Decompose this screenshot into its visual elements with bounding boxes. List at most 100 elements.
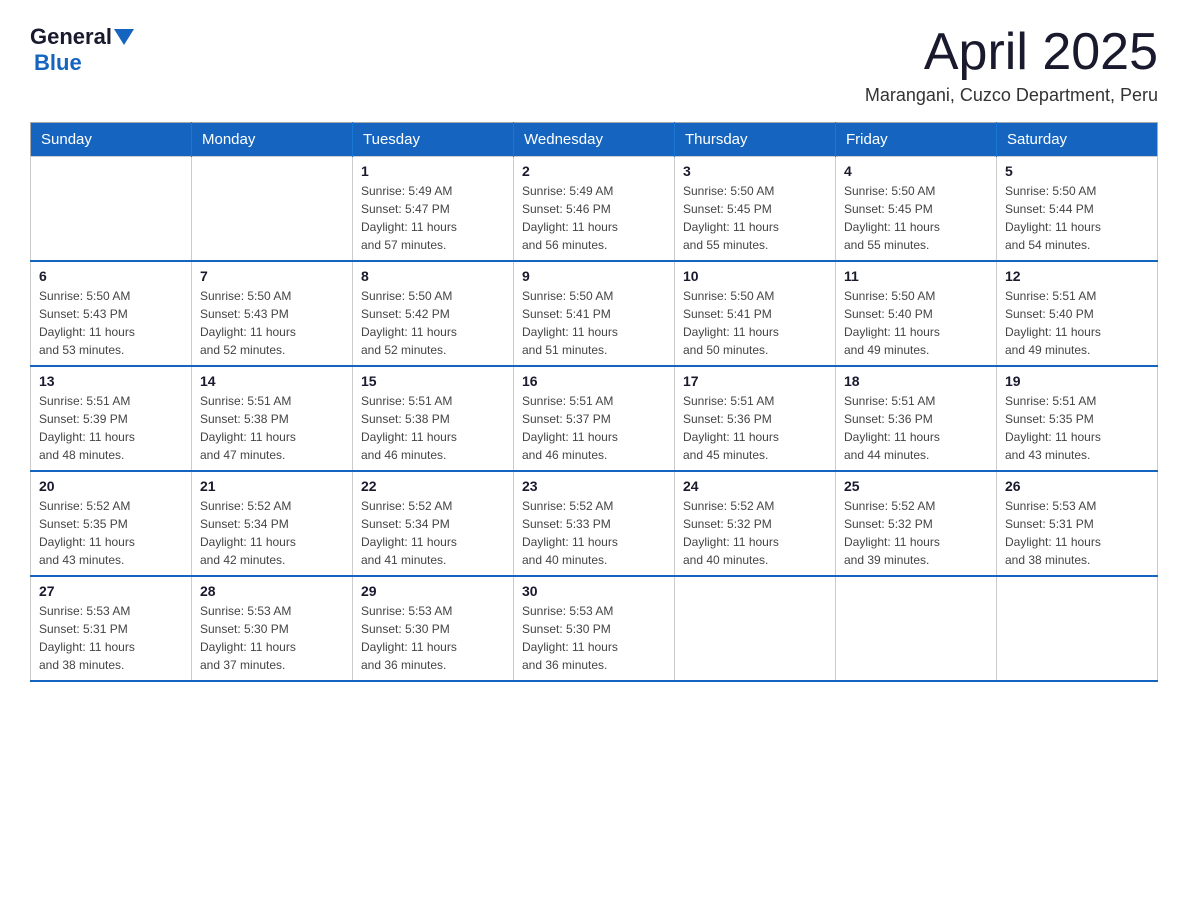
calendar-week-row: 20 Sunrise: 5:52 AMSunset: 5:35 PMDayligh… (31, 471, 1158, 576)
calendar-cell: 12 Sunrise: 5:51 AMSunset: 5:40 PMDayligh… (997, 261, 1158, 366)
calendar-cell: 11 Sunrise: 5:50 AMSunset: 5:40 PMDayligh… (836, 261, 997, 366)
day-info: Sunrise: 5:50 AMSunset: 5:43 PMDaylight:… (39, 287, 183, 359)
day-number: 29 (361, 583, 505, 599)
main-title: April 2025 (865, 24, 1158, 81)
calendar-header-thursday: Thursday (675, 123, 836, 157)
day-info: Sunrise: 5:52 AMSunset: 5:33 PMDaylight:… (522, 497, 666, 569)
calendar-header-tuesday: Tuesday (353, 123, 514, 157)
calendar-cell: 6 Sunrise: 5:50 AMSunset: 5:43 PMDaylight… (31, 261, 192, 366)
calendar-cell: 16Sunrise: 5:51 AMSunset: 5:37 PMDayligh… (514, 366, 675, 471)
day-number: 27 (39, 583, 183, 599)
day-info: Sunrise: 5:49 AMSunset: 5:47 PMDaylight:… (361, 182, 505, 254)
calendar-cell: 21 Sunrise: 5:52 AMSunset: 5:34 PMDayligh… (192, 471, 353, 576)
calendar-cell: 4 Sunrise: 5:50 AMSunset: 5:45 PMDaylight… (836, 157, 997, 262)
day-number: 17 (683, 373, 827, 389)
day-number: 25 (844, 478, 988, 494)
calendar-cell: 24 Sunrise: 5:52 AMSunset: 5:32 PMDayligh… (675, 471, 836, 576)
calendar-cell: 17 Sunrise: 5:51 AMSunset: 5:36 PMDayligh… (675, 366, 836, 471)
logo-text-blue: Blue (34, 50, 82, 76)
day-number: 26 (1005, 478, 1149, 494)
day-info: Sunrise: 5:53 AMSunset: 5:30 PMDaylight:… (200, 602, 344, 674)
calendar-cell: 22 Sunrise: 5:52 AMSunset: 5:34 PMDayligh… (353, 471, 514, 576)
logo-text-general: General (30, 24, 112, 50)
calendar-cell: 25 Sunrise: 5:52 AMSunset: 5:32 PMDayligh… (836, 471, 997, 576)
day-info: Sunrise: 5:52 AMSunset: 5:35 PMDaylight:… (39, 497, 183, 569)
calendar-cell: 18 Sunrise: 5:51 AMSunset: 5:36 PMDayligh… (836, 366, 997, 471)
day-info: Sunrise: 5:53 AMSunset: 5:30 PMDaylight:… (361, 602, 505, 674)
page-header: General Blue April 2025 Marangani, Cuzco… (30, 24, 1158, 106)
calendar-cell (836, 576, 997, 681)
day-info: Sunrise: 5:51 AMSunset: 5:40 PMDaylight:… (1005, 287, 1149, 359)
calendar-cell: 10 Sunrise: 5:50 AMSunset: 5:41 PMDayligh… (675, 261, 836, 366)
day-info: Sunrise: 5:52 AMSunset: 5:32 PMDaylight:… (683, 497, 827, 569)
calendar-cell: 9Sunrise: 5:50 AMSunset: 5:41 PMDaylight… (514, 261, 675, 366)
calendar-cell: 27 Sunrise: 5:53 AMSunset: 5:31 PMDayligh… (31, 576, 192, 681)
day-number: 24 (683, 478, 827, 494)
calendar-week-row: 1Sunrise: 5:49 AMSunset: 5:47 PMDaylight… (31, 157, 1158, 262)
day-info: Sunrise: 5:51 AMSunset: 5:36 PMDaylight:… (683, 392, 827, 464)
day-info: Sunrise: 5:50 AMSunset: 5:41 PMDaylight:… (683, 287, 827, 359)
day-info: Sunrise: 5:53 AMSunset: 5:31 PMDaylight:… (1005, 497, 1149, 569)
day-number: 30 (522, 583, 666, 599)
day-info: Sunrise: 5:53 AMSunset: 5:31 PMDaylight:… (39, 602, 183, 674)
day-info: Sunrise: 5:52 AMSunset: 5:34 PMDaylight:… (200, 497, 344, 569)
calendar-cell: 30Sunrise: 5:53 AMSunset: 5:30 PMDayligh… (514, 576, 675, 681)
calendar-cell: 2Sunrise: 5:49 AMSunset: 5:46 PMDaylight… (514, 157, 675, 262)
calendar-header-row: SundayMondayTuesdayWednesdayThursdayFrid… (31, 123, 1158, 157)
calendar-cell (192, 157, 353, 262)
calendar-cell: 7Sunrise: 5:50 AMSunset: 5:43 PMDaylight… (192, 261, 353, 366)
day-number: 11 (844, 268, 988, 284)
day-info: Sunrise: 5:50 AMSunset: 5:42 PMDaylight:… (361, 287, 505, 359)
day-info: Sunrise: 5:50 AMSunset: 5:41 PMDaylight:… (522, 287, 666, 359)
calendar-week-row: 27 Sunrise: 5:53 AMSunset: 5:31 PMDayligh… (31, 576, 1158, 681)
day-number: 7 (200, 268, 344, 284)
day-number: 28 (200, 583, 344, 599)
day-number: 22 (361, 478, 505, 494)
calendar-cell: 15 Sunrise: 5:51 AMSunset: 5:38 PMDayligh… (353, 366, 514, 471)
day-info: Sunrise: 5:52 AMSunset: 5:32 PMDaylight:… (844, 497, 988, 569)
day-info: Sunrise: 5:50 AMSunset: 5:45 PMDaylight:… (683, 182, 827, 254)
calendar-cell: 13Sunrise: 5:51 AMSunset: 5:39 PMDayligh… (31, 366, 192, 471)
calendar-header-sunday: Sunday (31, 123, 192, 157)
day-number: 14 (200, 373, 344, 389)
calendar-cell: 26 Sunrise: 5:53 AMSunset: 5:31 PMDayligh… (997, 471, 1158, 576)
calendar-week-row: 6 Sunrise: 5:50 AMSunset: 5:43 PMDaylight… (31, 261, 1158, 366)
day-info: Sunrise: 5:51 AMSunset: 5:39 PMDaylight:… (39, 392, 183, 464)
calendar-table: SundayMondayTuesdayWednesdayThursdayFrid… (30, 122, 1158, 682)
day-info: Sunrise: 5:50 AMSunset: 5:44 PMDaylight:… (1005, 182, 1149, 254)
calendar-cell: 19Sunrise: 5:51 AMSunset: 5:35 PMDayligh… (997, 366, 1158, 471)
logo: General Blue (30, 24, 134, 76)
day-number: 2 (522, 163, 666, 179)
day-number: 16 (522, 373, 666, 389)
day-number: 6 (39, 268, 183, 284)
day-number: 10 (683, 268, 827, 284)
day-number: 12 (1005, 268, 1149, 284)
calendar-cell: 20 Sunrise: 5:52 AMSunset: 5:35 PMDayligh… (31, 471, 192, 576)
calendar-cell (31, 157, 192, 262)
day-number: 5 (1005, 163, 1149, 179)
day-number: 4 (844, 163, 988, 179)
day-number: 18 (844, 373, 988, 389)
day-number: 15 (361, 373, 505, 389)
day-number: 21 (200, 478, 344, 494)
day-number: 8 (361, 268, 505, 284)
day-number: 3 (683, 163, 827, 179)
day-info: Sunrise: 5:51 AMSunset: 5:35 PMDaylight:… (1005, 392, 1149, 464)
logo-triangle-icon (114, 29, 134, 45)
day-info: Sunrise: 5:51 AMSunset: 5:36 PMDaylight:… (844, 392, 988, 464)
day-number: 20 (39, 478, 183, 494)
calendar-header-saturday: Saturday (997, 123, 1158, 157)
calendar-cell: 29 Sunrise: 5:53 AMSunset: 5:30 PMDayligh… (353, 576, 514, 681)
day-info: Sunrise: 5:51 AMSunset: 5:38 PMDaylight:… (200, 392, 344, 464)
calendar-header-friday: Friday (836, 123, 997, 157)
calendar-cell: 1Sunrise: 5:49 AMSunset: 5:47 PMDaylight… (353, 157, 514, 262)
calendar-cell: 3 Sunrise: 5:50 AMSunset: 5:45 PMDaylight… (675, 157, 836, 262)
day-info: Sunrise: 5:50 AMSunset: 5:45 PMDaylight:… (844, 182, 988, 254)
day-info: Sunrise: 5:51 AMSunset: 5:38 PMDaylight:… (361, 392, 505, 464)
calendar-cell: 23Sunrise: 5:52 AMSunset: 5:33 PMDayligh… (514, 471, 675, 576)
day-info: Sunrise: 5:50 AMSunset: 5:40 PMDaylight:… (844, 287, 988, 359)
calendar-cell (997, 576, 1158, 681)
calendar-header-wednesday: Wednesday (514, 123, 675, 157)
day-info: Sunrise: 5:52 AMSunset: 5:34 PMDaylight:… (361, 497, 505, 569)
calendar-cell (675, 576, 836, 681)
